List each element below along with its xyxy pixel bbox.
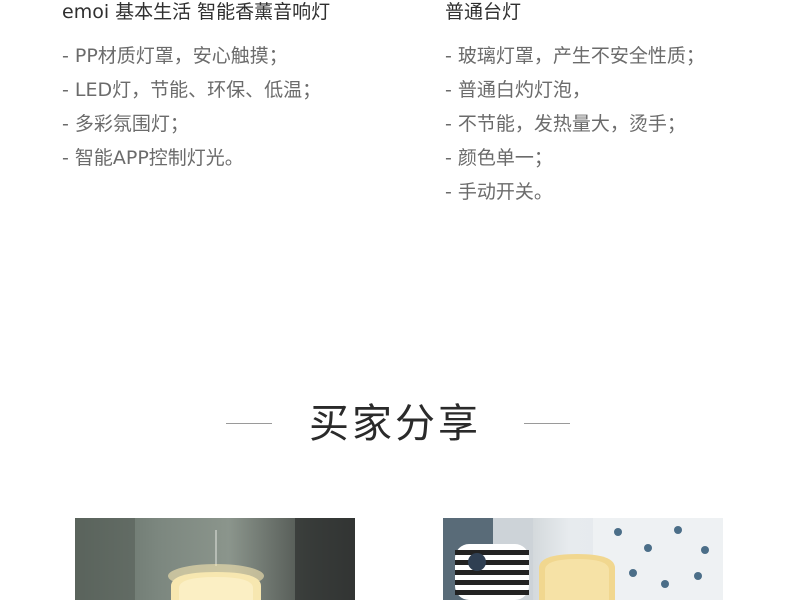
feature-item: - 玻璃灯罩，产生不安全性质；	[445, 45, 705, 67]
feature-item: - 普通白灼灯泡，	[445, 79, 591, 101]
buyer-photo-2-image	[443, 518, 723, 600]
feature-item: - 不节能，发热量大，烫手；	[445, 113, 686, 135]
buyer-photo-2[interactable]	[443, 518, 723, 600]
page: emoi 基本生活 智能香薰音响灯 - PP材质灯罩，安心触摸； - LED灯，…	[0, 0, 790, 600]
striped-pillow	[455, 544, 529, 600]
feature-item: - 颜色单一；	[445, 147, 553, 169]
feature-item: - PP材质灯罩，安心触摸；	[62, 45, 288, 67]
ordinary-lamp-features: - 玻璃灯罩，产生不安全性质； - 普通白灼灯泡， - 不节能，发热量大，烫手；…	[445, 39, 765, 209]
section-title: 买家分享	[309, 401, 481, 447]
feature-item: - 智能APP控制灯光。	[62, 147, 244, 169]
ordinary-lamp-title: 普通台灯	[445, 1, 522, 23]
feature-item: - LED灯，节能、环保、低温；	[62, 79, 322, 101]
heading-divider-right	[524, 423, 570, 424]
buyer-share-heading: 买家分享	[0, 398, 790, 454]
buyer-photo-1[interactable]	[75, 518, 355, 600]
emoi-lamp-column: emoi 基本生活 智能香薰音响灯 - PP材质灯罩，安心触摸； - LED灯，…	[62, 0, 392, 175]
emoi-lamp-features: - PP材质灯罩，安心触摸； - LED灯，节能、环保、低温； - 多彩氛围灯；…	[62, 39, 392, 175]
buyer-photo-1-image	[75, 518, 355, 600]
feature-item: - 多彩氛围灯；	[62, 113, 189, 135]
feature-item: - 手动开关。	[445, 181, 553, 203]
ordinary-lamp-column: 普通台灯 - 玻璃灯罩，产生不安全性质； - 普通白灼灯泡， - 不节能，发热量…	[445, 0, 765, 209]
emoi-lamp-title: emoi 基本生活 智能香薰音响灯	[62, 1, 331, 23]
